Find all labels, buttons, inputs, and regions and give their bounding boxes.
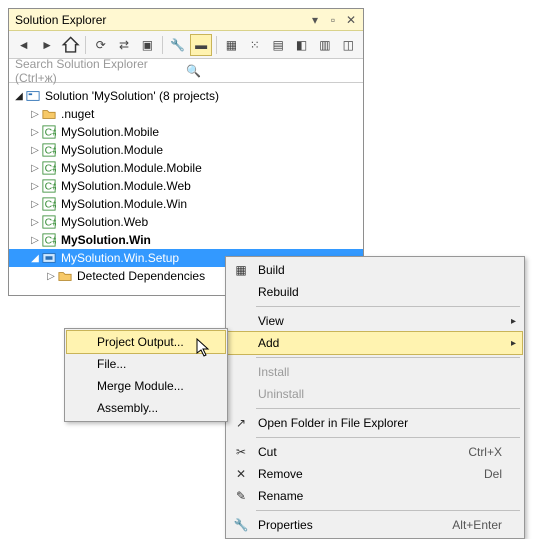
tree-item-win[interactable]: ▷ C# MySolution.Win	[9, 231, 363, 249]
refresh-button[interactable]: ⇄	[113, 34, 134, 56]
ctx-rebuild[interactable]: Rebuild	[228, 281, 522, 303]
search-placeholder: Search Solution Explorer (Ctrl+ж)	[15, 57, 186, 85]
pin-icon[interactable]: ▫	[325, 12, 341, 28]
ctx-add-merge-module[interactable]: Merge Module...	[67, 375, 225, 397]
csproj-icon: C#	[41, 196, 57, 212]
sync-button[interactable]: ⟳	[90, 34, 111, 56]
panel-title: Solution Explorer	[13, 13, 305, 27]
tree-item-module[interactable]: ▷ C# MySolution.Module	[9, 141, 363, 159]
csproj-icon: C#	[41, 232, 57, 248]
svg-text:C#: C#	[45, 199, 56, 211]
ctx-add-project-output[interactable]: Project Output...	[67, 331, 225, 353]
ctx-view[interactable]: View	[228, 310, 522, 332]
ctx-add[interactable]: Add	[228, 332, 522, 354]
tree-item-module-mobile[interactable]: ▷ C# MySolution.Module.Mobile	[9, 159, 363, 177]
tb-icon-2[interactable]: ⁙	[244, 34, 265, 56]
properties-button[interactable]: 🔧	[167, 34, 188, 56]
ctx-rename[interactable]: ✎ Rename	[228, 485, 522, 507]
csproj-icon: C#	[41, 178, 57, 194]
tb-icon-4[interactable]: ◧	[291, 34, 312, 56]
toolbar: ◄ ► ⟳ ⇄ ▣ 🔧 ▬ ▦ ⁙ ▤ ◧ ▥ ◫	[9, 31, 363, 59]
open-folder-icon: ↗	[232, 414, 250, 432]
home-button[interactable]	[60, 34, 81, 56]
tree-item-module-web[interactable]: ▷ C# MySolution.Module.Web	[9, 177, 363, 195]
svg-text:C#: C#	[45, 127, 56, 139]
csproj-icon: C#	[41, 214, 57, 230]
forward-button[interactable]: ►	[36, 34, 57, 56]
svg-text:C#: C#	[45, 235, 56, 247]
solution-explorer-panel: Solution Explorer ▾ ▫ ✕ ◄ ► ⟳ ⇄ ▣ 🔧 ▬ ▦ …	[8, 8, 364, 296]
tree-item-module-win[interactable]: ▷ C# MySolution.Module.Win	[9, 195, 363, 213]
setup-project-icon	[41, 250, 57, 266]
tree-item-mobile[interactable]: ▷ C# MySolution.Mobile	[9, 123, 363, 141]
build-icon: ▦	[232, 261, 250, 279]
panel-title-bar: Solution Explorer ▾ ▫ ✕	[9, 9, 363, 31]
collapse-button[interactable]: ▣	[137, 34, 158, 56]
folder-icon	[41, 106, 57, 122]
csproj-icon: C#	[41, 160, 57, 176]
tb-icon-5[interactable]: ▥	[314, 34, 335, 56]
tree-item-nuget[interactable]: ▷ .nuget	[9, 105, 363, 123]
csproj-icon: C#	[41, 142, 57, 158]
context-submenu-add: Project Output... File... Merge Module..…	[64, 328, 228, 422]
tb-icon-3[interactable]: ▤	[268, 34, 289, 56]
ctx-add-file[interactable]: File...	[67, 353, 225, 375]
csproj-icon: C#	[41, 124, 57, 140]
ctx-cut[interactable]: ✂ Cut Ctrl+X	[228, 441, 522, 463]
back-button[interactable]: ◄	[13, 34, 34, 56]
svg-text:C#: C#	[45, 145, 56, 157]
tb-icon-6[interactable]: ◫	[338, 34, 359, 56]
search-box[interactable]: Search Solution Explorer (Ctrl+ж) 🔍	[9, 59, 363, 83]
svg-text:C#: C#	[45, 181, 56, 193]
rename-icon: ✎	[232, 487, 250, 505]
tree-item-web[interactable]: ▷ C# MySolution.Web	[9, 213, 363, 231]
ctx-add-assembly[interactable]: Assembly...	[67, 397, 225, 419]
ctx-install: Install	[228, 361, 522, 383]
dropdown-icon[interactable]: ▾	[307, 12, 323, 28]
tree-solution-root[interactable]: ◢ Solution 'MySolution' (8 projects)	[9, 87, 363, 105]
folder-icon	[57, 268, 73, 284]
wrench-icon: 🔧	[232, 516, 250, 534]
search-icon: 🔍	[186, 64, 357, 78]
remove-icon: ✕	[232, 465, 250, 483]
ctx-open-folder[interactable]: ↗ Open Folder in File Explorer	[228, 412, 522, 434]
ctx-properties[interactable]: 🔧 Properties Alt+Enter	[228, 514, 522, 536]
svg-text:C#: C#	[45, 217, 56, 229]
svg-text:C#: C#	[45, 163, 56, 175]
ctx-build[interactable]: ▦ Build	[228, 259, 522, 281]
ctx-remove[interactable]: ✕ Remove Del	[228, 463, 522, 485]
ctx-uninstall: Uninstall	[228, 383, 522, 405]
solution-icon	[25, 88, 41, 104]
context-menu: ▦ Build Rebuild View Add Install Uninsta…	[225, 256, 525, 539]
show-all-button[interactable]: ▬	[190, 34, 211, 56]
cut-icon: ✂	[232, 443, 250, 461]
tb-icon-1[interactable]: ▦	[221, 34, 242, 56]
close-icon[interactable]: ✕	[343, 12, 359, 28]
